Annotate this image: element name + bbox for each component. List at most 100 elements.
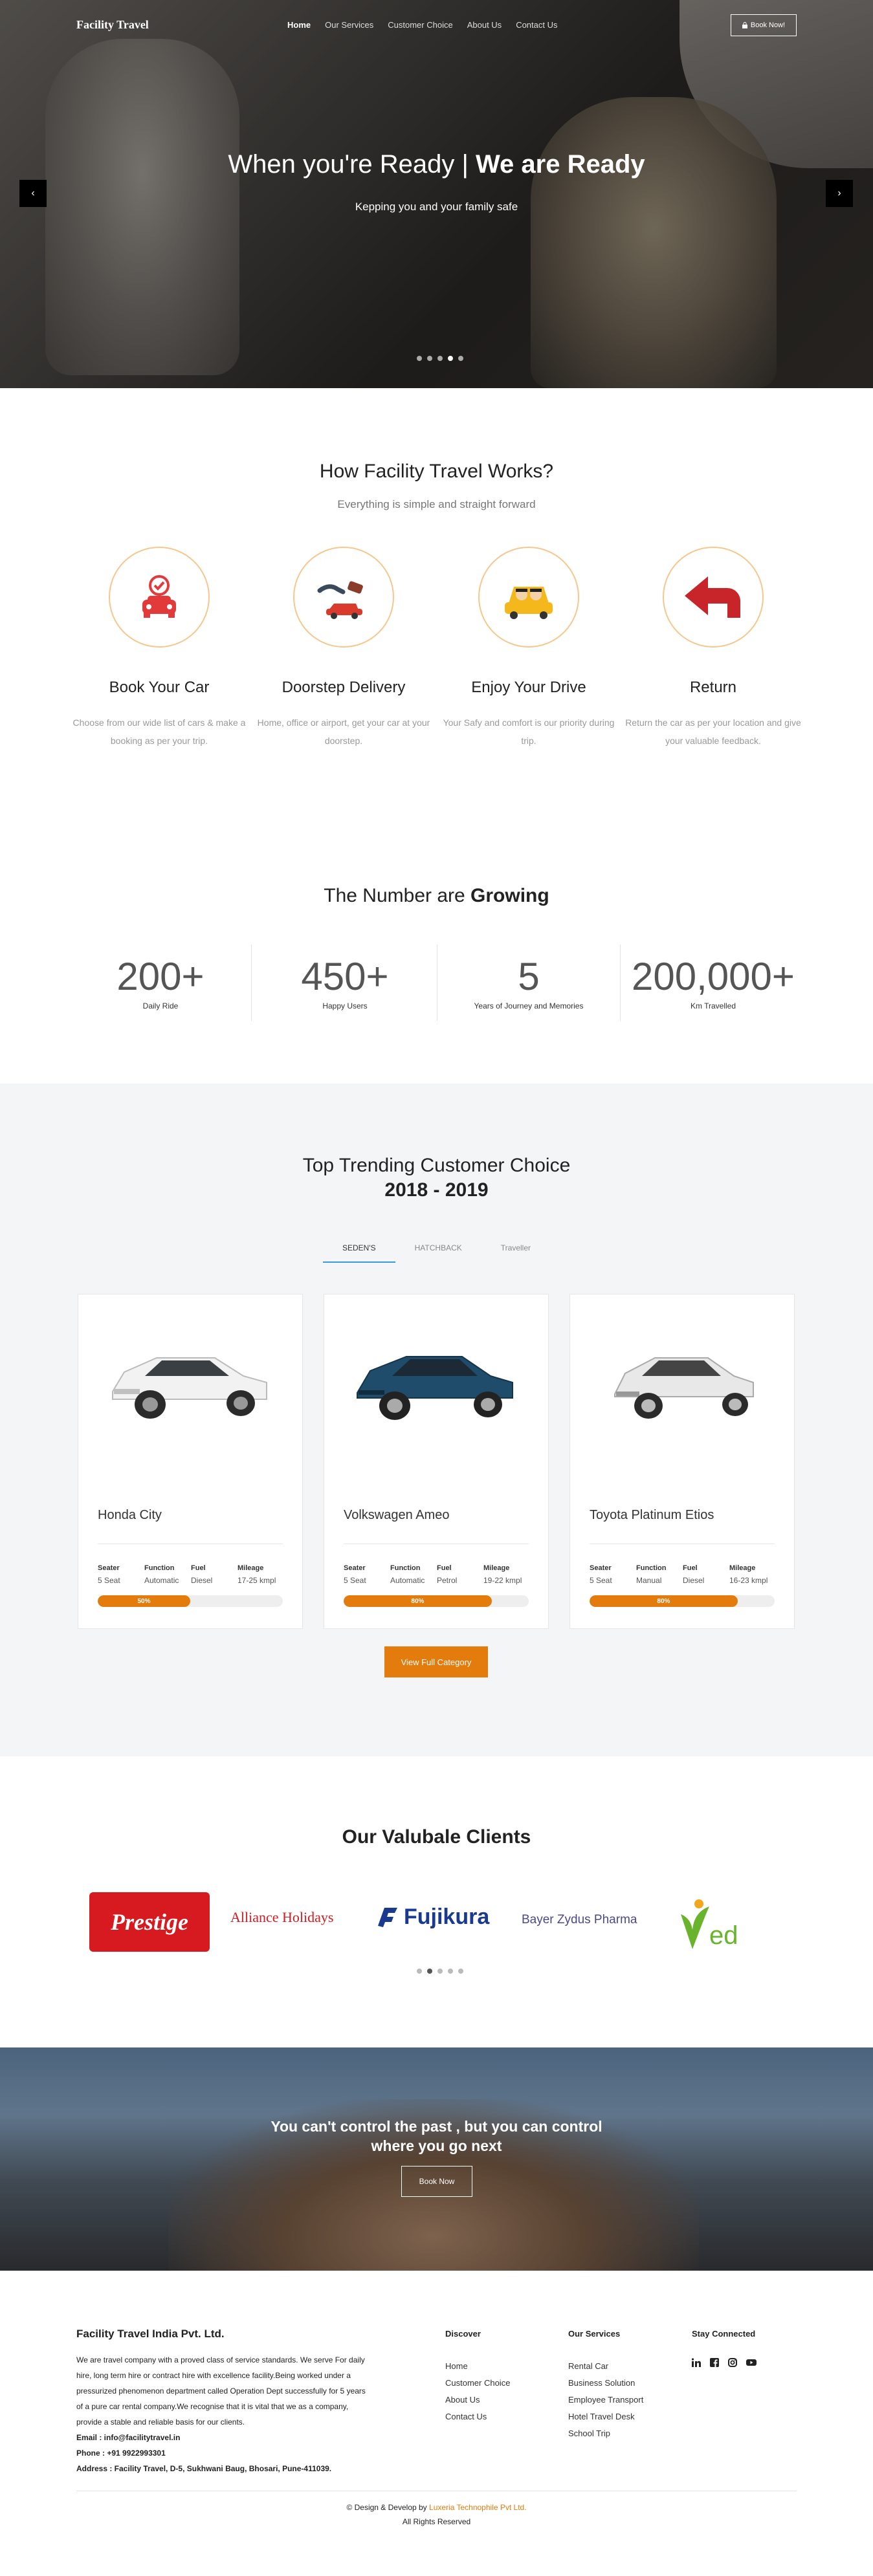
popularity-fill: 50% [98,1595,190,1607]
footer-copyright: © Design & Develop by Luxeria Technophil… [0,2500,873,2529]
spec-seater: Seater 5 Seat [98,1564,144,1585]
hero-slider-dots [417,356,463,361]
slider-dot[interactable] [417,1969,422,1974]
spec-label: Fuel [191,1564,206,1572]
footer-link-customer-choice[interactable]: Customer Choice [445,2375,510,2392]
spec-label: Function [144,1564,175,1572]
spec-label: Mileage [729,1564,756,1572]
spec-seater: Seater 5 Seat [590,1564,636,1585]
footer-email[interactable]: Email : info@facilitytravel.in [76,2430,374,2445]
slider-dot[interactable] [427,356,432,361]
view-full-category-button[interactable]: View Full Category [384,1646,488,1677]
spec-mileage: Mileage 19-22 kmpl [483,1564,522,1585]
slider-dot[interactable] [448,1969,453,1974]
spec-value: 5 Seat [98,1576,120,1585]
slider-next-button[interactable]: › [826,180,853,207]
spec-label: Function [390,1564,421,1572]
tab-traveller[interactable]: Traveller [481,1243,550,1263]
spec-function: Function Manual [636,1564,683,1585]
footer-link-contact-us[interactable]: Contact Us [445,2408,510,2425]
client-logos: Prestige Alliance Holidays Fujikura Baye… [0,1892,873,1957]
slider-dot[interactable] [437,1969,443,1974]
nav-customer-choice[interactable]: Customer Choice [388,20,452,30]
spec-fuel: Fuel Diesel [683,1564,729,1585]
stat-value: 200+ [116,955,204,998]
cta-banner: You can't control the past , but you can… [0,2047,873,2271]
leaf-icon [681,1899,709,1949]
footer-link-home[interactable]: Home [445,2358,510,2375]
stat-label: Years of Journey and Memories [474,1001,584,1010]
step-title: Book Your Car [109,679,210,696]
nav-about-us[interactable]: About Us [467,20,502,30]
trending-title: Top Trending Customer Choice [302,1155,571,1176]
slider-dot[interactable] [458,356,463,361]
numbers-title: The Number are Growing [0,885,873,907]
footer-link-hotel-travel-desk[interactable]: Hotel Travel Desk [568,2408,643,2425]
banner-book-now-button[interactable]: Book Now [401,2166,472,2197]
car-card-volkswagen-ameo[interactable]: Volkswagen Ameo Seater 5 Seat Function Aut… [324,1294,549,1629]
step-return: Return Return the car as per your locati… [616,547,810,750]
client-logo-fujikura[interactable]: Fujikura [374,1897,503,1936]
footer-link-rental-car[interactable]: Rental Car [568,2358,643,2375]
lock-icon [742,22,747,28]
client-logo-alliance-holidays[interactable]: Alliance Holidays [230,1901,366,1934]
slider-dot[interactable] [417,356,422,361]
site-logo[interactable]: Facility Travel [76,18,149,32]
car-specs: Seater 5 Seat Function Automatic Fuel Diese… [98,1564,283,1585]
car-image [324,1294,548,1463]
hero-subtitle: Kepping you and your family safe [355,201,518,213]
spec-value: 5 Seat [344,1576,366,1585]
client-logo-bayer-zydus[interactable]: Bayer Zydus Pharma [522,1904,651,1936]
footer-phone[interactable]: Phone : +91 9922993301 [76,2445,374,2461]
slider-prev-button[interactable]: ‹ [19,180,47,207]
slider-dot-active[interactable] [448,356,453,361]
tab-hatchback[interactable]: HATCHBACK [395,1243,481,1263]
slider-dot[interactable] [458,1969,463,1974]
slider-dot-active[interactable] [427,1969,432,1974]
car-card-toyota-platinum-etios[interactable]: Toyota Platinum Etios Seater 5 Seat Funct… [569,1294,795,1629]
credit-link[interactable]: Luxeria Technophile Pvt Ltd. [429,2503,527,2512]
client-logo-ved[interactable]: ed [673,1892,777,1950]
footer-link-employee-transport[interactable]: Employee Transport [568,2392,643,2408]
client-logo-text: Bayer Zydus Pharma [522,1913,637,1927]
footer-link-business-solution[interactable]: Business Solution [568,2375,643,2392]
banner-quote: You can't control the past , but you can… [0,2117,873,2156]
popularity-fill: 80% [590,1595,738,1607]
car-card-honda-city[interactable]: Honda City Seater 5 Seat Function Automati… [78,1294,303,1629]
youtube-icon[interactable] [746,2358,757,2367]
numbers-section: The Number are Growing 200+ Daily Ride 4… [0,815,873,1084]
banner-quote-line: where you go next [371,2137,502,2154]
client-logo-text: ed [709,1921,738,1950]
step-circle [478,547,579,648]
car-image [78,1294,302,1463]
stat-value: 200,000+ [632,955,795,998]
category-tabs: SEDEN'S HATCHBACK Traveller [0,1243,873,1263]
footer-discover-title: Discover [445,2329,481,2339]
popularity-fill: 80% [344,1595,492,1607]
facebook-icon[interactable] [710,2358,719,2367]
client-logo-prestige[interactable]: Prestige [89,1892,210,1952]
spec-label: Mileage [238,1564,264,1572]
step-text: Return the car as per your location and … [625,717,801,746]
spec-function: Function Automatic [144,1564,191,1585]
instagram-icon[interactable] [728,2358,737,2367]
client-logo-text: Alliance Holidays [230,1909,334,1925]
nav-our-services[interactable]: Our Services [325,20,373,30]
happy-drive-icon [505,587,553,619]
spec-value: 5 Seat [590,1576,612,1585]
book-now-button[interactable]: Book Now! [731,14,797,36]
spec-value: 19-22 kmpl [483,1576,522,1585]
book-now-label: Book Now! [750,21,786,29]
tab-sedans[interactable]: SEDEN'S [323,1243,395,1263]
slider-dot[interactable] [437,356,443,361]
footer-link-school-trip[interactable]: School Trip [568,2425,643,2442]
stat-happy-users: 450+ Happy Users [251,948,439,1032]
car-name: Honda City [98,1508,162,1522]
nav-contact-us[interactable]: Contact Us [516,20,557,30]
nav-home[interactable]: Home [287,20,311,30]
linkedin-icon[interactable] [692,2358,701,2367]
clients-title: Our Valubale Clients [342,1826,531,1848]
car-name: Volkswagen Ameo [344,1508,450,1522]
step-circle [109,547,210,648]
footer-link-about-us[interactable]: About Us [445,2392,510,2408]
